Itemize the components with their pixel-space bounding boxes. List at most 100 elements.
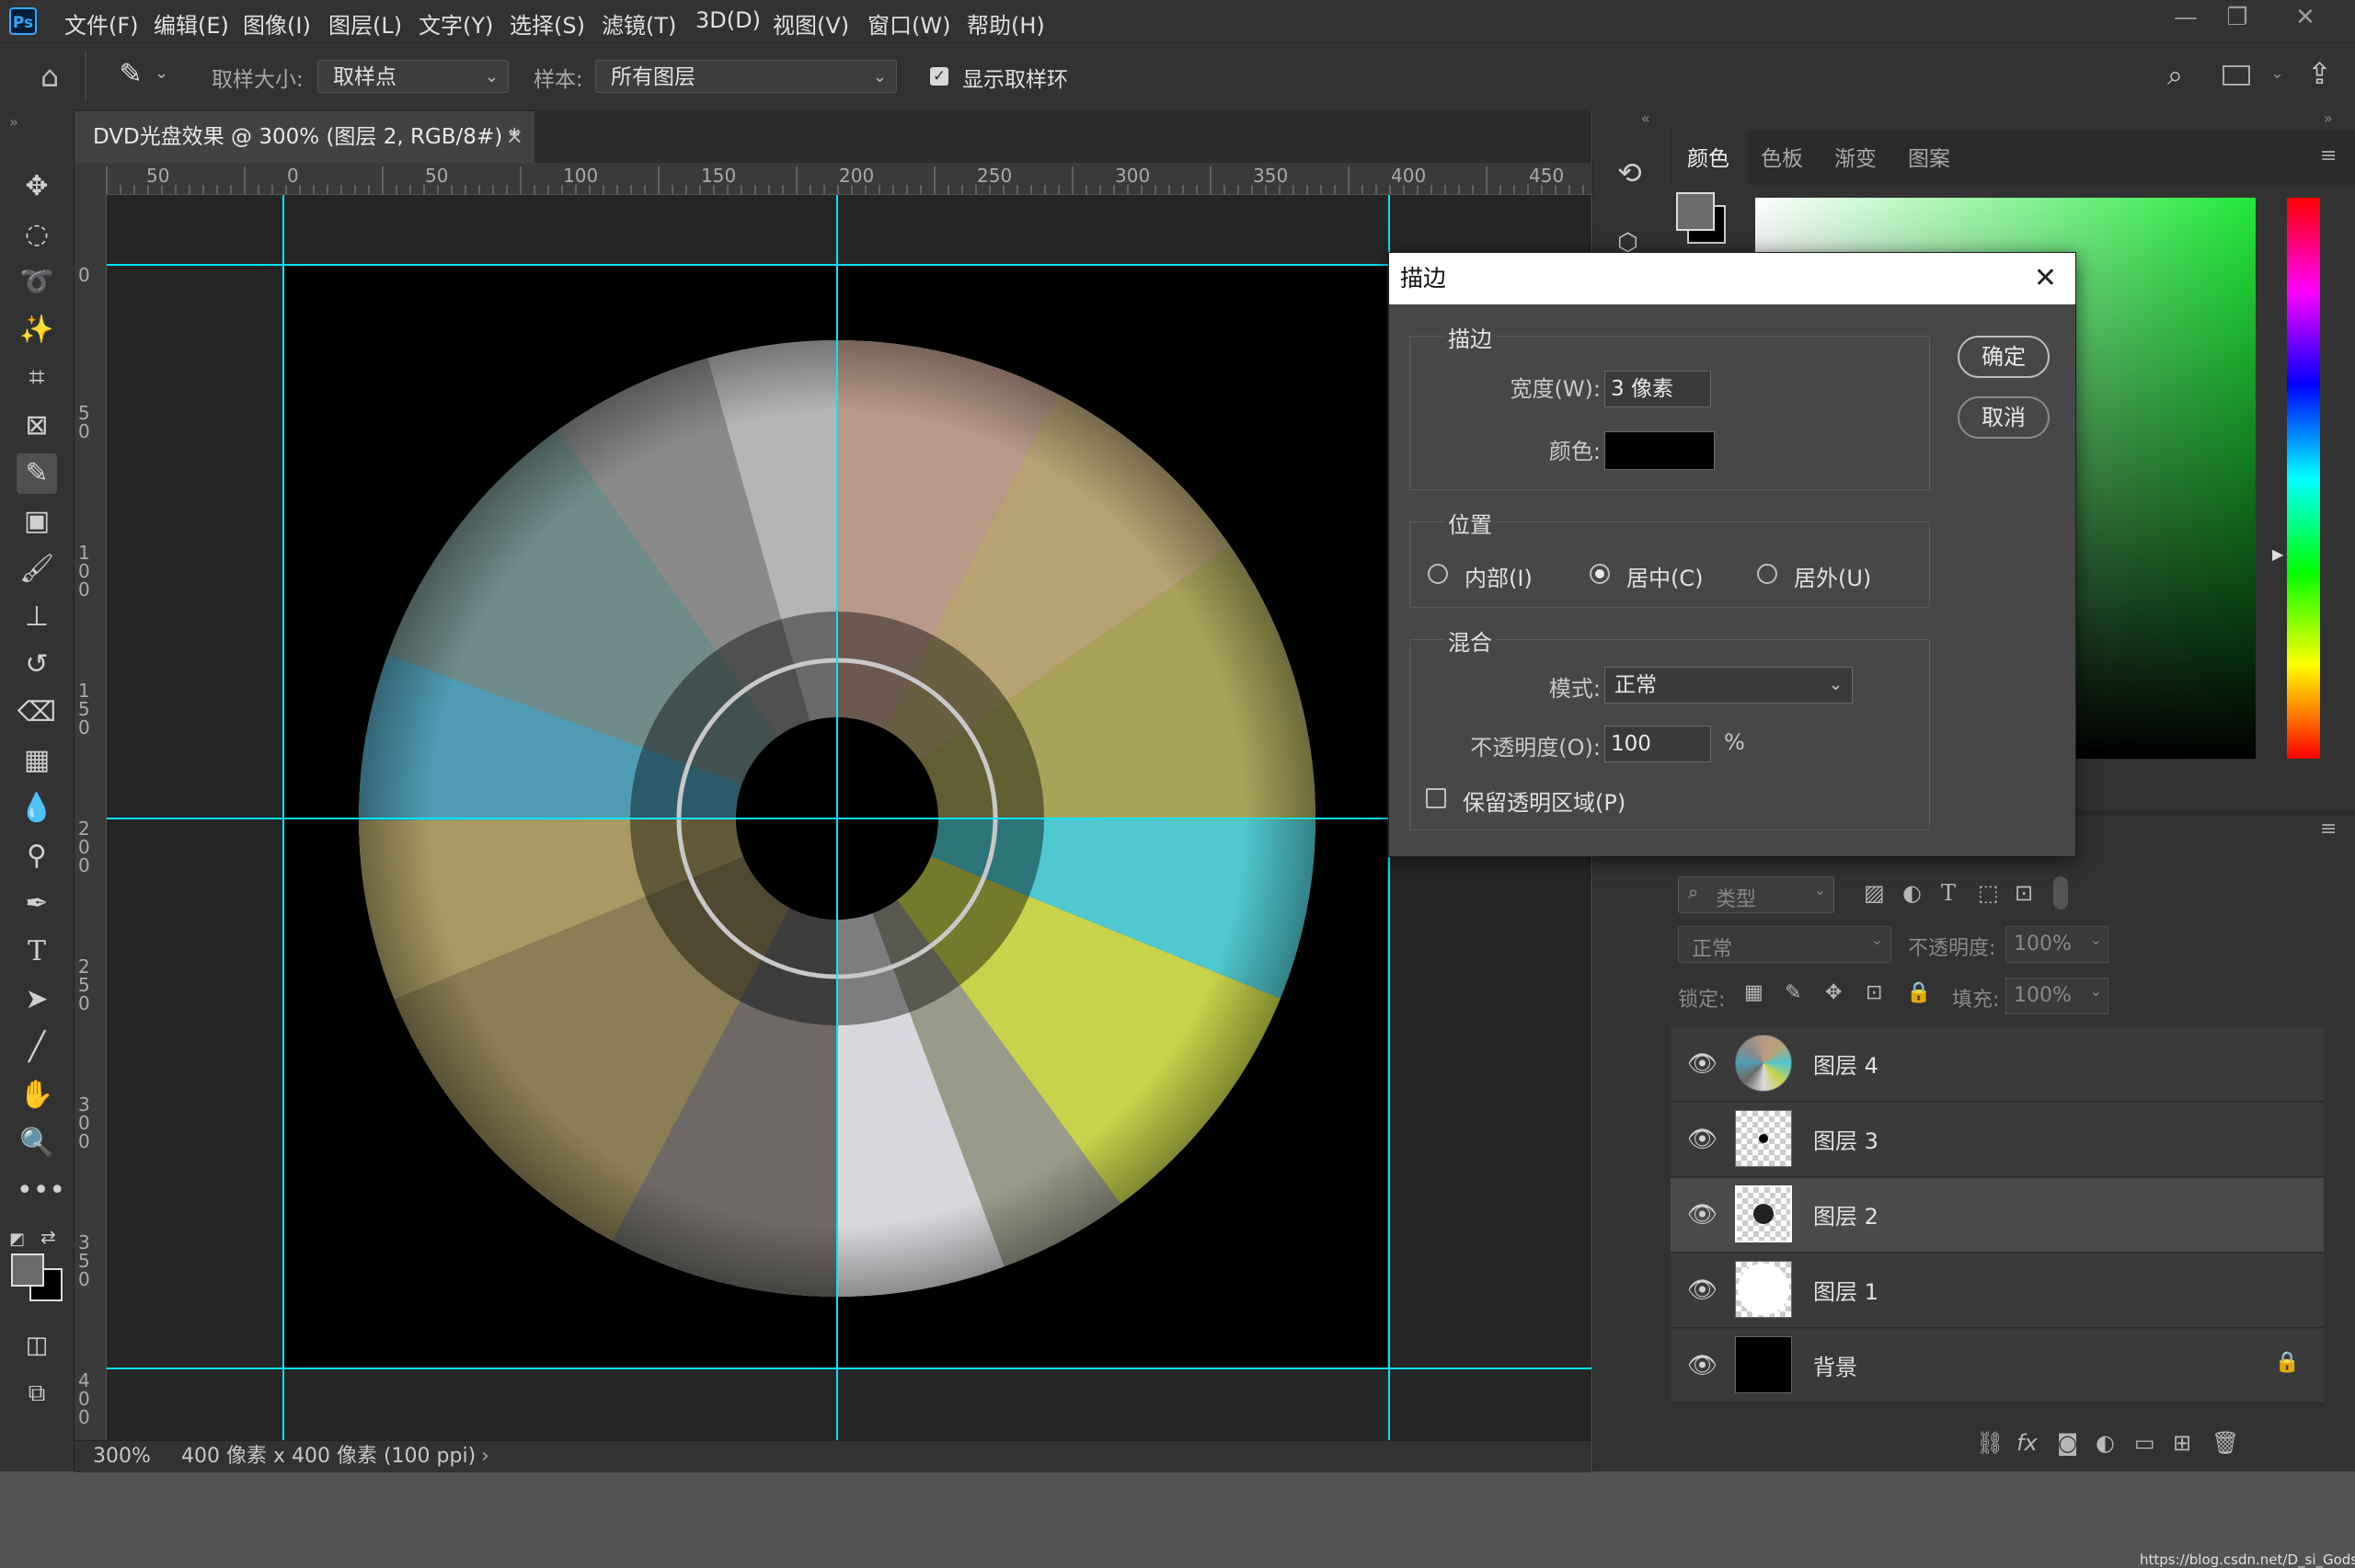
minimize-icon[interactable]: — — [2160, 0, 2211, 37]
stamp-icon[interactable]: ⊥ — [17, 597, 57, 637]
type-tool-icon[interactable]: T — [17, 932, 57, 972]
visibility-eye-icon[interactable]: 👁 — [1687, 1353, 1717, 1379]
lock-artboard-icon[interactable]: ⊡ — [1866, 981, 1882, 1004]
menu-image[interactable]: 图像(I) — [243, 7, 311, 40]
chevron-right-icon[interactable]: › — [481, 1441, 489, 1472]
history-brush-icon[interactable]: ↺ — [17, 645, 57, 685]
menu-window[interactable]: 窗口(W) — [867, 7, 950, 40]
radio-outside[interactable] — [1757, 564, 1777, 584]
tab-swatches[interactable]: 色板 — [1761, 141, 1803, 172]
layer-filter-select[interactable]: ⌕ 类型 ⌄ — [1678, 876, 1834, 913]
layer-name[interactable]: 图层 4 — [1813, 1047, 1878, 1080]
elliptical-marquee-icon[interactable]: ◌ — [17, 214, 57, 255]
lock-position-icon[interactable]: ✥ — [1825, 981, 1842, 1004]
sample-select[interactable]: 所有图层 ⌄ — [595, 60, 897, 93]
layer-blend-mode-select[interactable]: 正常 ⌄ — [1678, 926, 1891, 963]
close-icon[interactable]: ✕ — [2034, 253, 2057, 304]
tab-gradients[interactable]: 渐变 — [1834, 141, 1877, 172]
brush-icon[interactable]: 🖌 — [17, 549, 57, 589]
blur-icon[interactable]: 💧 — [17, 788, 57, 829]
lock-all-icon[interactable]: 🔒 — [1906, 981, 1931, 1004]
foreground-color-swatch[interactable] — [11, 1253, 44, 1287]
menu-file[interactable]: 文件(F) — [64, 7, 139, 40]
chevron-down-icon[interactable]: ⌄ — [155, 63, 168, 83]
link-layers-icon[interactable]: ⛓ — [1976, 1430, 2004, 1456]
path-select-icon[interactable]: ➤ — [17, 979, 57, 1020]
layer-fill-field[interactable]: 100% ⌄ — [2005, 978, 2108, 1014]
menu-view[interactable]: 视图(V) — [773, 7, 849, 40]
filter-smart-object-icon[interactable]: ⊡ — [2015, 880, 2033, 906]
menu-filter[interactable]: 滤镜(T) — [602, 7, 676, 40]
layer-name[interactable]: 图层 1 — [1813, 1274, 1878, 1306]
filter-adjustment-icon[interactable]: ◐ — [1902, 880, 1922, 906]
filter-type-icon[interactable]: T — [1941, 880, 1956, 906]
dodge-icon[interactable]: ⚲ — [17, 836, 57, 876]
line-icon[interactable]: ╱ — [17, 1027, 57, 1068]
crop-icon[interactable]: ⌗ — [17, 358, 57, 398]
lasso-icon[interactable]: ➰ — [17, 262, 57, 303]
gradient-icon[interactable]: ▦ — [17, 740, 57, 781]
eyedropper-tool-icon[interactable]: ✎ — [17, 453, 57, 494]
eyedropper-preset-icon[interactable]: ✎ — [112, 58, 149, 95]
screen-mode-icon[interactable]: ⧉ — [17, 1373, 57, 1413]
visibility-eye-icon[interactable]: 👁 — [1687, 1202, 1717, 1228]
width-input[interactable]: 3 像素 — [1604, 371, 1711, 407]
swap-colors-icon[interactable]: ⇄ — [40, 1226, 56, 1248]
magic-wand-icon[interactable]: ✨ — [17, 310, 57, 350]
share-icon[interactable]: ⇪ — [2307, 56, 2332, 91]
frame-icon[interactable]: ⊠ — [17, 406, 57, 446]
cancel-button[interactable]: 取消 — [1958, 396, 2050, 439]
radio-inside[interactable] — [1428, 564, 1448, 584]
collapse-icon[interactable]: » — [2324, 109, 2333, 127]
panel-menu-icon[interactable]: ≡ — [2320, 144, 2337, 167]
layer-style-icon[interactable]: fx — [2016, 1430, 2038, 1456]
zoom-icon[interactable]: 🔍 — [17, 1123, 57, 1163]
chevron-down-icon[interactable]: ⌄ — [2270, 63, 2284, 83]
layers-panel-menu-icon[interactable]: ≡ — [2320, 818, 2337, 841]
close-tab-icon[interactable]: × — [506, 111, 523, 163]
layer-row[interactable]: 👁 图层 1 — [1671, 1253, 2324, 1328]
menu-select[interactable]: 选择(S) — [510, 7, 585, 40]
filter-shape-icon[interactable]: ⬚ — [1978, 880, 1999, 906]
restore-icon[interactable]: ❐ — [2211, 0, 2263, 37]
expand-icon[interactable]: » — [9, 113, 18, 131]
default-colors-icon[interactable]: ◩ — [9, 1230, 25, 1249]
delete-layer-icon[interactable]: 🗑 — [2211, 1430, 2239, 1456]
layer-opacity-field[interactable]: 100% ⌄ — [2005, 926, 2108, 963]
eraser-icon[interactable]: ⌫ — [17, 692, 57, 733]
workspace-icon[interactable] — [2223, 65, 2250, 86]
more-tools-icon[interactable]: ••• — [17, 1171, 65, 1211]
layer-name[interactable]: 背景 — [1813, 1349, 1857, 1381]
mode-select[interactable]: 正常 ⌄ — [1604, 667, 1853, 704]
history-panel-icon[interactable]: ⟲ — [1617, 155, 1642, 190]
visibility-eye-icon[interactable]: 👁 — [1687, 1127, 1717, 1152]
patch-icon[interactable]: ▣ — [17, 501, 57, 542]
show-ring-checkbox[interactable]: ✓ — [930, 67, 948, 86]
menu-help[interactable]: 帮助(H) — [967, 7, 1045, 40]
layer-row[interactable]: 👁 图层 4 — [1671, 1027, 2324, 1102]
zoom-level[interactable]: 300% — [93, 1441, 151, 1472]
layer-name[interactable]: 图层 3 — [1813, 1123, 1878, 1155]
adjustment-layer-icon[interactable]: ◐ — [2096, 1430, 2115, 1456]
opacity-input[interactable]: 100 — [1604, 726, 1711, 762]
add-mask-icon[interactable]: ◙ — [2057, 1430, 2078, 1456]
visibility-eye-icon[interactable]: 👁 — [1687, 1051, 1717, 1077]
layer-row[interactable]: 👁 图层 3 — [1671, 1103, 2324, 1177]
menu-type[interactable]: 文字(Y) — [419, 7, 493, 40]
radio-center[interactable] — [1590, 564, 1610, 584]
lock-transparent-icon[interactable]: ▦ — [1744, 981, 1763, 1004]
new-group-icon[interactable]: ▭ — [2134, 1430, 2155, 1456]
lock-paint-icon[interactable]: ✎ — [1785, 981, 1801, 1004]
visibility-eye-icon[interactable]: 👁 — [1687, 1277, 1717, 1303]
tab-patterns[interactable]: 图案 — [1908, 141, 1950, 172]
filter-pixel-icon[interactable]: ▨ — [1864, 880, 1885, 906]
hue-slider[interactable] — [2287, 198, 2320, 759]
menu-3d[interactable]: 3D(D) — [695, 7, 761, 33]
home-icon[interactable]: ⌂ — [31, 58, 68, 95]
layer-row[interactable]: 👁 背景 🔒 — [1671, 1329, 2324, 1403]
pen-icon[interactable]: ✒ — [17, 884, 57, 924]
collapse-icon[interactable]: « — [1641, 109, 1650, 127]
close-window-icon[interactable]: ✕ — [2280, 0, 2331, 37]
search-icon[interactable]: ⌕ — [2167, 60, 2183, 92]
ok-button[interactable]: 确定 — [1958, 336, 2050, 378]
